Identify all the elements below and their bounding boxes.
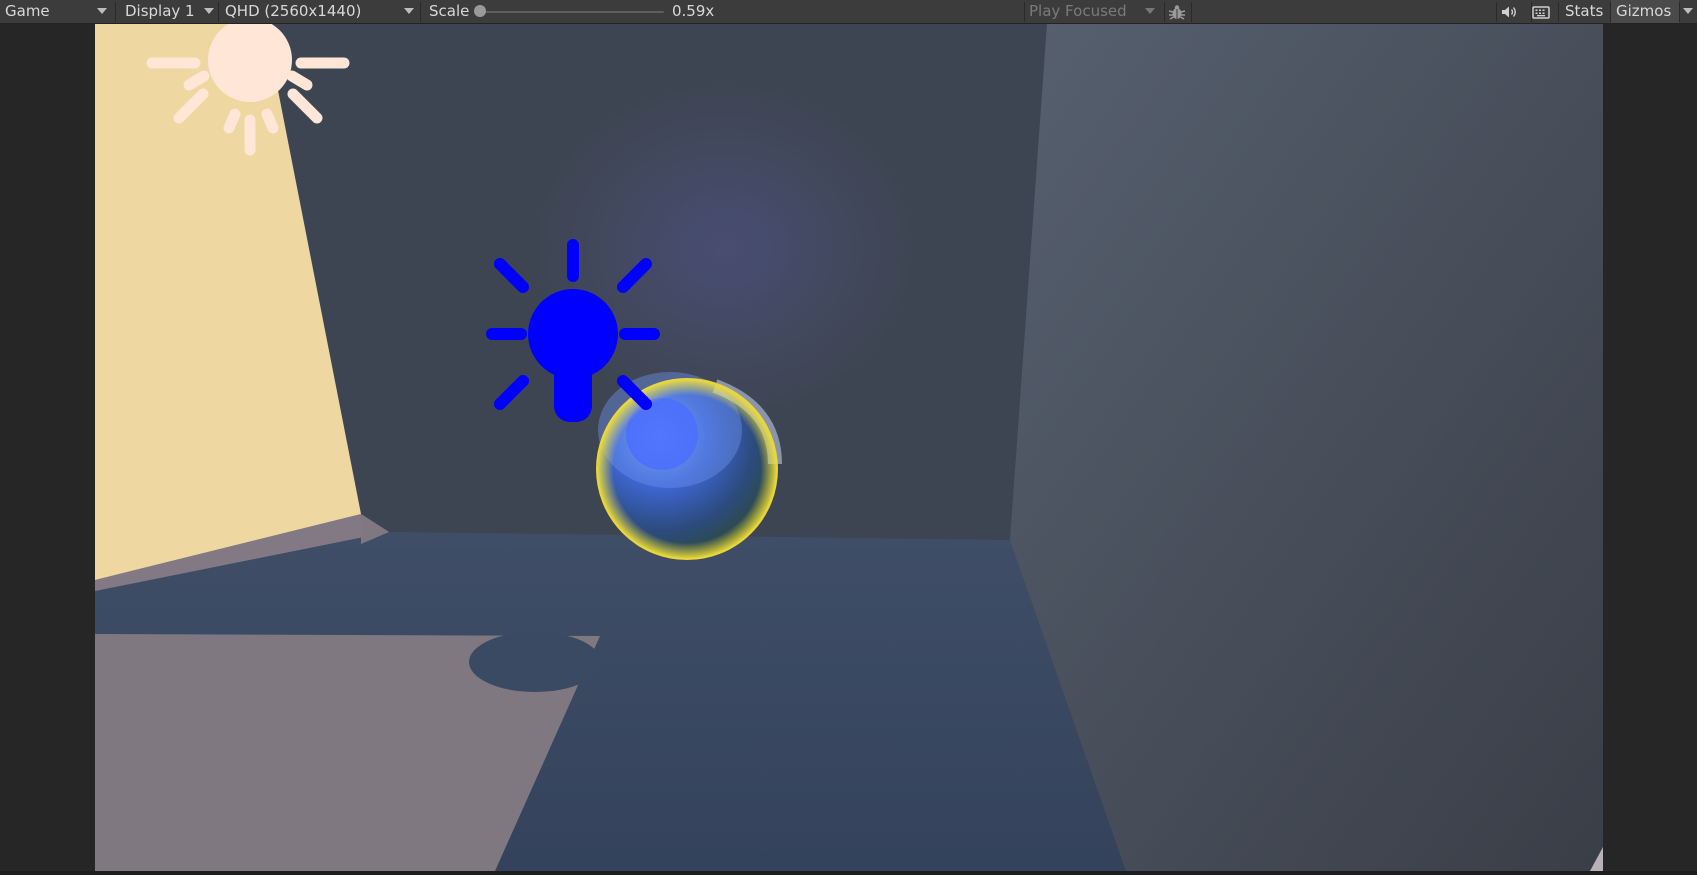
divider bbox=[115, 2, 116, 22]
chevron-down-icon bbox=[404, 8, 414, 14]
gizmos-label: Gizmos bbox=[1616, 2, 1672, 20]
divider bbox=[420, 2, 421, 22]
chevron-down-icon bbox=[1145, 8, 1155, 14]
divider bbox=[1496, 2, 1497, 22]
chevron-down-icon bbox=[97, 8, 107, 14]
scale-slider-thumb[interactable] bbox=[474, 5, 486, 17]
chevron-down-icon bbox=[204, 8, 214, 14]
resolution-label: QHD (2560x1440) bbox=[225, 2, 362, 20]
resolution-dropdown[interactable]: QHD (2560x1440) bbox=[220, 0, 418, 23]
scene-render bbox=[95, 24, 1603, 871]
gizmos-dropdown-button[interactable] bbox=[1680, 0, 1697, 23]
display-dropdown[interactable]: Display 1 bbox=[120, 0, 215, 23]
glass-sphere bbox=[596, 372, 782, 560]
scale-slider-track bbox=[480, 11, 664, 13]
divider bbox=[1191, 2, 1192, 22]
audio-speaker-icon[interactable] bbox=[1500, 4, 1518, 24]
play-mode-label: Play Focused bbox=[1029, 2, 1127, 20]
view-mode-label: Game bbox=[5, 2, 50, 20]
divider bbox=[218, 2, 219, 22]
view-mode-dropdown[interactable]: Game bbox=[0, 0, 110, 23]
chevron-down-icon bbox=[1683, 8, 1693, 14]
game-view-toolbar: Game Display 1 QHD (2560x1440) Scale 0.5… bbox=[0, 0, 1697, 24]
scale-value: 0.59x bbox=[672, 2, 715, 20]
keyboard-icon[interactable] bbox=[1532, 4, 1550, 24]
gizmos-button[interactable]: Gizmos bbox=[1611, 0, 1679, 23]
stats-button[interactable]: Stats bbox=[1560, 0, 1610, 23]
scale-slider[interactable] bbox=[474, 0, 666, 23]
sphere-shadow bbox=[469, 632, 601, 692]
bottom-border bbox=[0, 871, 1697, 875]
play-mode-dropdown[interactable]: Play Focused bbox=[1024, 0, 1162, 23]
side-wall bbox=[1010, 24, 1603, 871]
divider bbox=[1164, 2, 1165, 22]
game-viewport[interactable] bbox=[95, 24, 1603, 871]
display-label: Display 1 bbox=[125, 2, 195, 20]
divider bbox=[1558, 2, 1559, 22]
debug-bug-icon[interactable] bbox=[1168, 4, 1186, 24]
scale-label: Scale bbox=[429, 2, 470, 20]
